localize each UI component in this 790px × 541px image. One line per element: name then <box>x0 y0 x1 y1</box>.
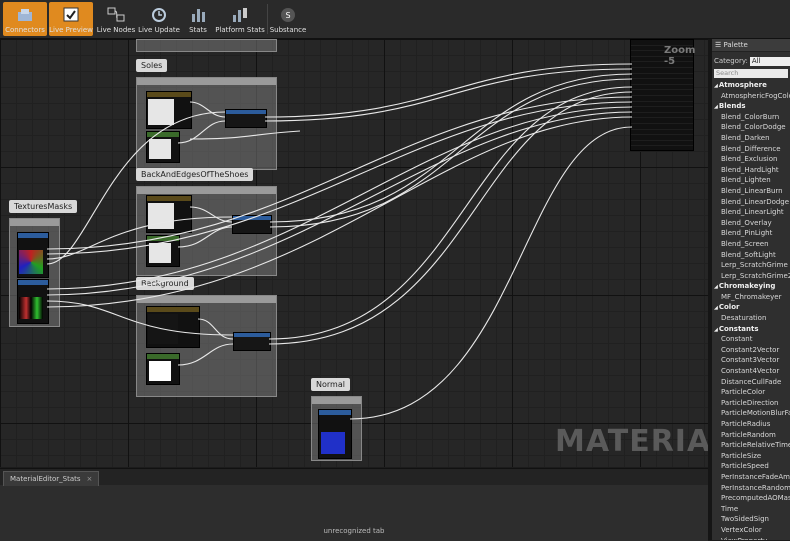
wire <box>46 216 233 260</box>
palette-item[interactable]: ParticleRadius <box>712 419 790 430</box>
palette-item[interactable]: Blend_LinearLight <box>712 207 790 218</box>
palette-item[interactable]: ParticleSpeed <box>712 461 790 472</box>
palette-item[interactable]: Constant2Vector <box>712 345 790 356</box>
wire <box>189 206 233 223</box>
connectors-icon <box>18 9 32 21</box>
palette-category[interactable]: ◢Constants <box>712 324 790 335</box>
palette-item[interactable]: DistanceCullFade <box>712 377 790 388</box>
palette-category[interactable]: ◢Color <box>712 302 790 313</box>
platform-stats-button[interactable]: Platform Stats <box>215 2 265 36</box>
live-preview-icon <box>63 7 79 22</box>
palette-list: ◢Atmosphere AtmosphericFogColor ◢Blends Ble… <box>712 80 790 540</box>
palette-item[interactable]: Blend_Lighten <box>712 175 790 186</box>
palette-item[interactable]: Time <box>712 504 790 515</box>
palette-item[interactable]: ParticleDirection <box>712 398 790 409</box>
palette-item[interactable]: Blend_SoftLight <box>712 250 790 261</box>
wire <box>197 318 234 340</box>
palette-item[interactable]: Constant4Vector <box>712 366 790 377</box>
palette-item[interactable]: TwoSidedSign <box>712 514 790 525</box>
palette-icon: ☰ <box>715 41 722 49</box>
svg-text:S: S <box>285 11 290 20</box>
wire <box>189 101 226 118</box>
palette-item[interactable]: Blend_LinearBurn <box>712 186 790 197</box>
expand-arrow-icon[interactable]: ◢ <box>714 104 718 110</box>
connectors-button[interactable]: Connectors <box>3 2 47 36</box>
palette-item[interactable]: Lerp_ScratchGrime <box>712 260 790 271</box>
palette-item[interactable]: Blend_Darken <box>712 133 790 144</box>
palette-item[interactable]: Desaturation <box>712 313 790 324</box>
palette-item[interactable]: Blend_Overlay <box>712 218 790 229</box>
substance-button[interactable]: S Substance <box>270 2 306 36</box>
expand-arrow-icon[interactable]: ◢ <box>714 305 718 311</box>
palette-item[interactable]: Lerp_ScratchGrime2 <box>712 271 790 282</box>
expand-arrow-icon[interactable]: ◢ <box>714 327 718 333</box>
palette-item[interactable]: Blend_ColorBurn <box>712 112 790 123</box>
material-watermark: MATERIAL <box>555 424 708 459</box>
palette-category[interactable]: ◢Blends <box>712 101 790 112</box>
wire <box>268 86 633 340</box>
palette-item[interactable]: PerInstanceRandom <box>712 483 790 494</box>
palette-category[interactable]: ◢Atmosphere <box>712 80 790 91</box>
live-nodes-button[interactable]: Live Nodes <box>96 2 136 36</box>
palette-item[interactable]: MF_Chromakeyer <box>712 292 790 303</box>
stats-button[interactable]: Stats <box>183 2 213 36</box>
palette-item[interactable]: Blend_PinLight <box>712 228 790 239</box>
palette-item[interactable]: VertexColor <box>712 525 790 536</box>
stats-tab-bar: MaterialEditor_Stats × <box>0 469 708 486</box>
wire <box>177 120 226 144</box>
editor-toolbar: Connectors Live Preview Live Nodes Live … <box>0 0 790 39</box>
tab-palette[interactable]: ☰ Palette <box>712 39 790 52</box>
unrecognized-tab-message: unrecognized tab <box>323 527 385 535</box>
palette-item[interactable]: Constant3Vector <box>712 355 790 366</box>
palette-panel: ☰ Palette Category: All Search ◢Atmosphe… <box>712 39 790 540</box>
material-graph-canvas[interactable]: Soles BackAndEdgesOfTheShoes TexturesMas… <box>0 39 708 467</box>
category-select[interactable]: All <box>749 56 790 66</box>
palette-item[interactable]: Blend_LinearDodge <box>712 197 790 208</box>
platform-stats-icon <box>233 8 247 22</box>
palette-category[interactable]: ◢Chromakeying <box>712 281 790 292</box>
live-update-button[interactable]: Live Update <box>138 2 180 36</box>
wire <box>46 111 633 296</box>
palette-item[interactable]: Blend_Exclusion <box>712 154 790 165</box>
wire <box>189 130 301 140</box>
wire <box>177 343 234 366</box>
wire <box>264 68 633 122</box>
toolbar-separator <box>267 4 268 34</box>
live-nodes-icon <box>107 7 125 22</box>
close-icon[interactable]: × <box>87 475 93 483</box>
palette-item[interactable]: ParticleRandom <box>712 430 790 441</box>
palette-item[interactable]: Blend_Difference <box>712 144 790 155</box>
palette-item[interactable]: Constant <box>712 334 790 345</box>
palette-item[interactable]: ParticleColor <box>712 387 790 398</box>
palette-item[interactable]: ParticleSize <box>712 451 790 462</box>
palette-item[interactable]: PerInstanceFadeAmount <box>712 472 790 483</box>
palette-item[interactable]: Blend_HardLight <box>712 165 790 176</box>
palette-item[interactable]: AtmosphericFogColor <box>712 91 790 102</box>
stats-panel: MaterialEditor_Stats × unrecognized tab <box>0 468 708 541</box>
wire <box>46 106 633 290</box>
palette-search-input[interactable]: Search <box>714 69 788 78</box>
live-update-icon <box>152 8 166 22</box>
substance-icon: S <box>281 8 295 22</box>
palette-item[interactable]: ParticleMotionBlurFade <box>712 408 790 419</box>
tab-material-editor-stats[interactable]: MaterialEditor_Stats × <box>3 471 100 486</box>
palette-item[interactable]: Blend_ColorDodge <box>712 122 790 133</box>
expand-arrow-icon[interactable]: ◢ <box>714 83 718 89</box>
palette-item[interactable]: Blend_Screen <box>712 239 790 250</box>
stats-icon <box>192 9 205 22</box>
palette-item[interactable]: ParticleRelativeTime <box>712 440 790 451</box>
wire <box>46 116 633 308</box>
palette-item[interactable]: ViewProperty <box>712 536 790 540</box>
expand-arrow-icon[interactable]: ◢ <box>714 284 718 290</box>
live-preview-button[interactable]: Live Preview <box>49 2 93 36</box>
wire <box>46 96 633 250</box>
category-row: Category: All <box>712 55 790 67</box>
wire <box>177 226 233 248</box>
wire <box>269 73 633 223</box>
palette-item[interactable]: PrecomputedAOMask <box>712 493 790 504</box>
connection-wires <box>46 63 633 420</box>
wire <box>264 63 633 118</box>
